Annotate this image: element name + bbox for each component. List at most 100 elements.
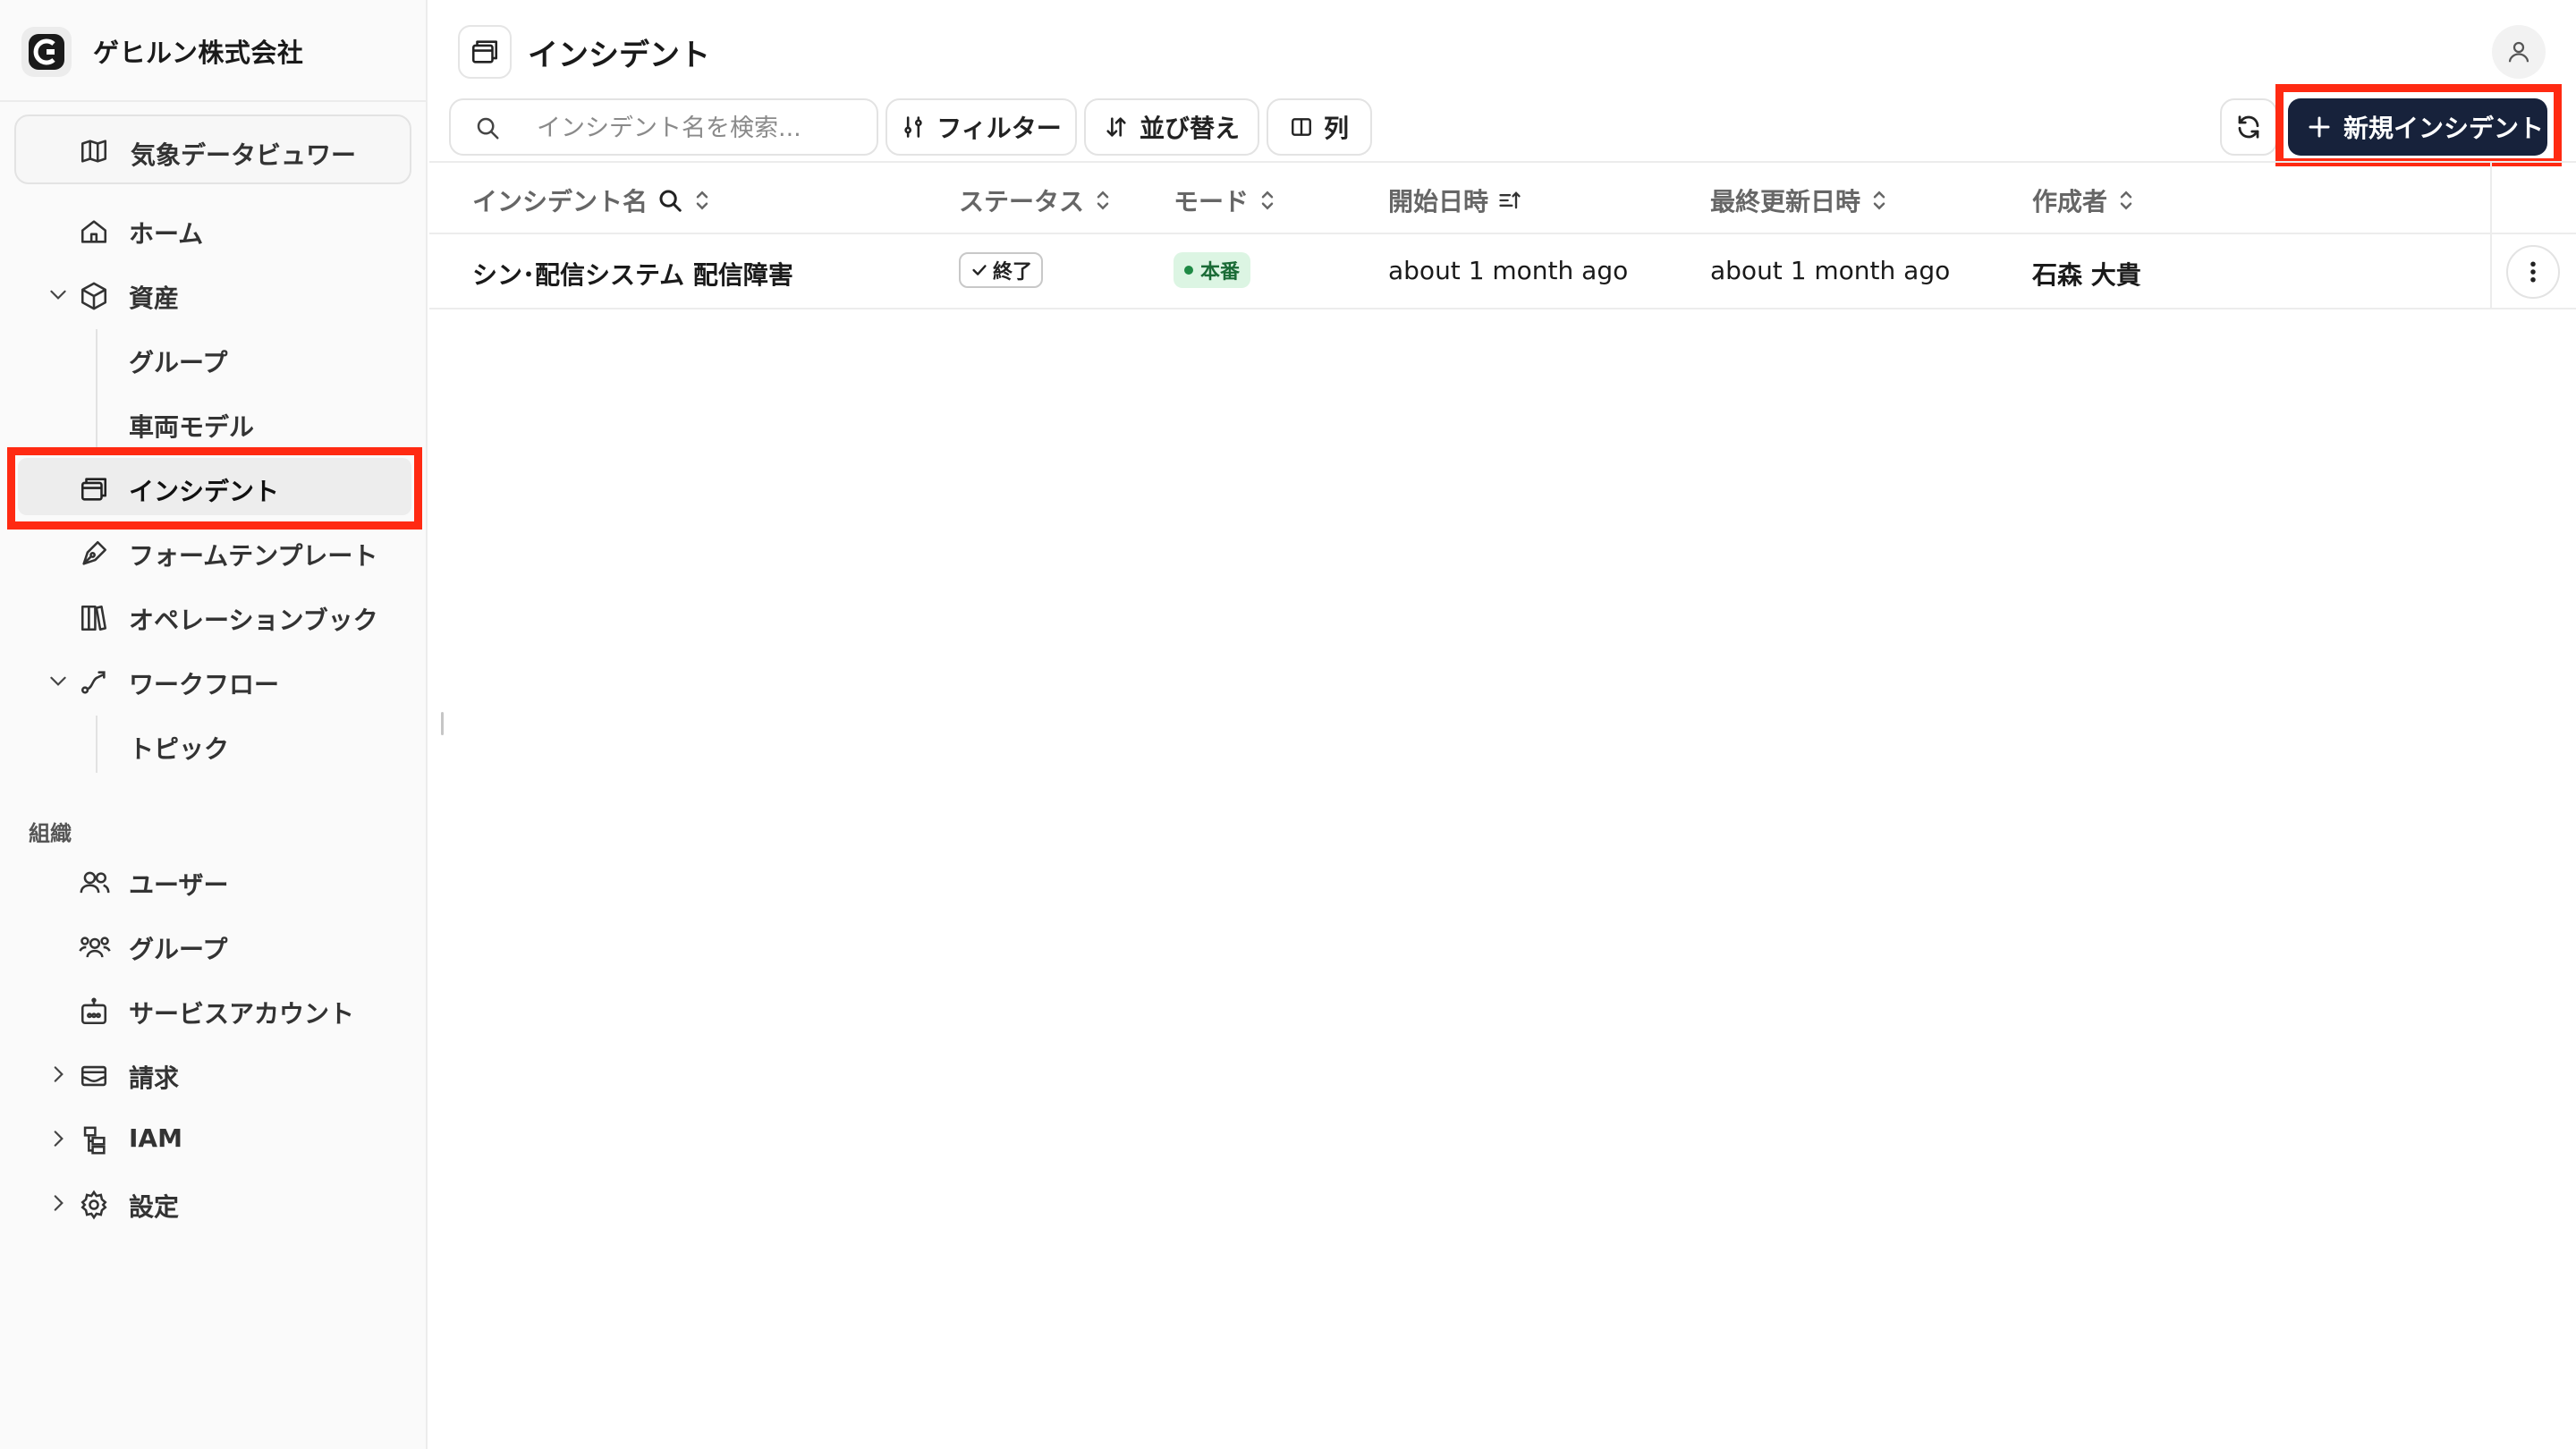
home-icon [79,216,109,247]
sidebar-item-groups[interactable]: グループ [14,329,411,386]
books-icon [79,603,109,633]
sort-ascending-icon[interactable] [1497,188,1522,213]
sort-toggle-icon[interactable] [2116,187,2136,214]
sidebar-item-label: ホーム [129,219,204,249]
mode-dot [1184,266,1193,275]
chevron-right-icon[interactable] [47,1063,70,1086]
box-icon [79,281,109,311]
started-at-cell: about 1 month ago [1388,256,1629,285]
row-actions-button[interactable] [2506,245,2560,299]
new-incident-label: 新規インシデント [2343,114,2545,143]
chevron-down-icon[interactable] [47,283,70,306]
column-label: 作成者 [2032,187,2108,216]
sidebar-item-workflow[interactable]: ワークフロー [14,651,411,708]
sidebar-item-label: ワークフロー [129,670,280,699]
column-header-mode[interactable]: モード [1174,182,1277,218]
org-name: ゲヒルン株式会社 [93,38,304,68]
column-header-status[interactable]: ステータス [959,182,1113,218]
table-row[interactable]: シン･配信システム 配信障害 終了 本番 about 1 month ago a… [429,234,2576,309]
sidebar-item-label: インシデント [129,477,280,506]
gear-icon [79,1190,109,1220]
sidebar-item-users[interactable]: ユーザー [14,852,411,909]
mode-badge: 本番 [1174,252,1251,288]
hierarchy-icon [79,1125,109,1156]
chevron-right-icon[interactable] [47,1127,70,1150]
new-incident-button[interactable]: 新規インシデント [2288,98,2547,156]
columns-label: 列 [1323,114,1349,143]
sidebar-item-label: 設定 [129,1192,180,1222]
weather-viewer-label: 気象データビュワー [131,140,357,170]
status-badge: 終了 [959,252,1044,288]
sort-toggle-icon[interactable] [692,187,712,214]
plus-icon [2306,114,2333,140]
sort-toggle-icon[interactable] [1093,187,1113,214]
sort-label: 並び替え [1139,114,1240,143]
chevron-right-icon[interactable] [47,1191,70,1215]
sidebar: ゲヒルン株式会社 気象データビュワー ホーム 資産 グループ 車両モデル インシ… [0,0,428,1449]
sort-toggle-icon[interactable] [1869,187,1889,214]
sort-button[interactable]: 並び替え [1084,98,1259,156]
incident-window-icon [79,474,109,504]
sidebar-item-label: グループ [129,935,228,964]
column-header-started-at[interactable]: 開始日時 [1388,182,1522,218]
sidebar-resize-handle[interactable] [441,712,444,735]
sidebar-item-settings[interactable]: 設定 [14,1174,411,1231]
sort-toggle-icon[interactable] [1258,187,1277,214]
workflow-icon [79,667,109,698]
column-header-name[interactable]: インシデント名 [472,182,712,218]
sidebar-item-label: フォームテンプレート [129,541,378,571]
sidebar-item-vehicle-models[interactable]: 車両モデル [14,394,411,451]
updated-at-cell: about 1 month ago [1710,256,1951,285]
sidebar-item-topics[interactable]: トピック [14,716,411,773]
sidebar-item-operation-books[interactable]: オペレーションブック [14,587,411,644]
page-icon [458,25,512,79]
sidebar-item-label: 車両モデル [129,412,255,442]
group-icon [79,932,111,962]
sidebar-item-incidents[interactable]: インシデント [18,458,411,515]
column-header-author[interactable]: 作成者 [2032,182,2136,218]
filter-button[interactable]: フィルター [886,98,1077,156]
bot-icon [79,996,109,1027]
sidebar-item-form-templates[interactable]: フォームテンプレート [14,522,411,580]
column-label: モード [1174,187,1250,216]
refresh-button[interactable] [2220,98,2277,156]
sidebar-item-iam[interactable]: IAM [14,1109,411,1166]
search-input[interactable] [535,109,869,147]
sidebar-item-org-groups[interactable]: グループ [14,916,411,973]
refresh-icon [2238,115,2259,139]
more-vertical-icon [2530,261,2536,283]
incident-name[interactable]: シン･配信システム 配信障害 [472,256,793,292]
chevron-down-icon[interactable] [47,669,70,692]
org-switcher[interactable]: ゲヒルン株式会社 [0,0,426,102]
pen-tool-icon [79,538,109,569]
search-icon[interactable] [657,187,683,214]
filter-label: フィルター [936,114,1062,143]
search-icon [474,114,501,141]
column-label: 開始日時 [1388,187,1489,216]
user-icon [2508,41,2529,63]
sidebar-item-home[interactable]: ホーム [14,200,411,258]
column-header-updated-at[interactable]: 最終更新日時 [1710,182,1889,218]
actions-column-divider [2490,161,2492,309]
sidebar-item-label: サービスアカウント [129,999,355,1029]
sidebar-item-assets[interactable]: 資産 [14,265,411,322]
sidebar-item-label: グループ [129,348,228,377]
sidebar-item-label: 資産 [129,284,180,313]
weather-viewer-button[interactable]: 気象データビュワー [14,114,411,184]
search-box[interactable] [449,98,878,156]
table-header: インシデント名 ステータス モード 開始日時 最終更新日時 作成者 [429,161,2576,234]
column-label: ステータス [959,187,1085,216]
wallet-icon [79,1061,109,1091]
mode-label: 本番 [1200,261,1241,284]
sidebar-item-label: 請求 [129,1063,180,1093]
sidebar-item-service-accounts[interactable]: サービスアカウント [14,980,411,1038]
sidebar-item-label: オペレーションブック [129,606,378,635]
sidebar-item-label: ユーザー [129,870,229,900]
user-avatar[interactable] [2492,25,2546,79]
columns-icon [1290,115,1313,139]
columns-button[interactable]: 列 [1267,98,1372,156]
users-icon [79,868,111,898]
sidebar-item-billing[interactable]: 請求 [14,1045,411,1102]
sliders-icon [901,114,926,140]
check-icon [972,265,987,275]
